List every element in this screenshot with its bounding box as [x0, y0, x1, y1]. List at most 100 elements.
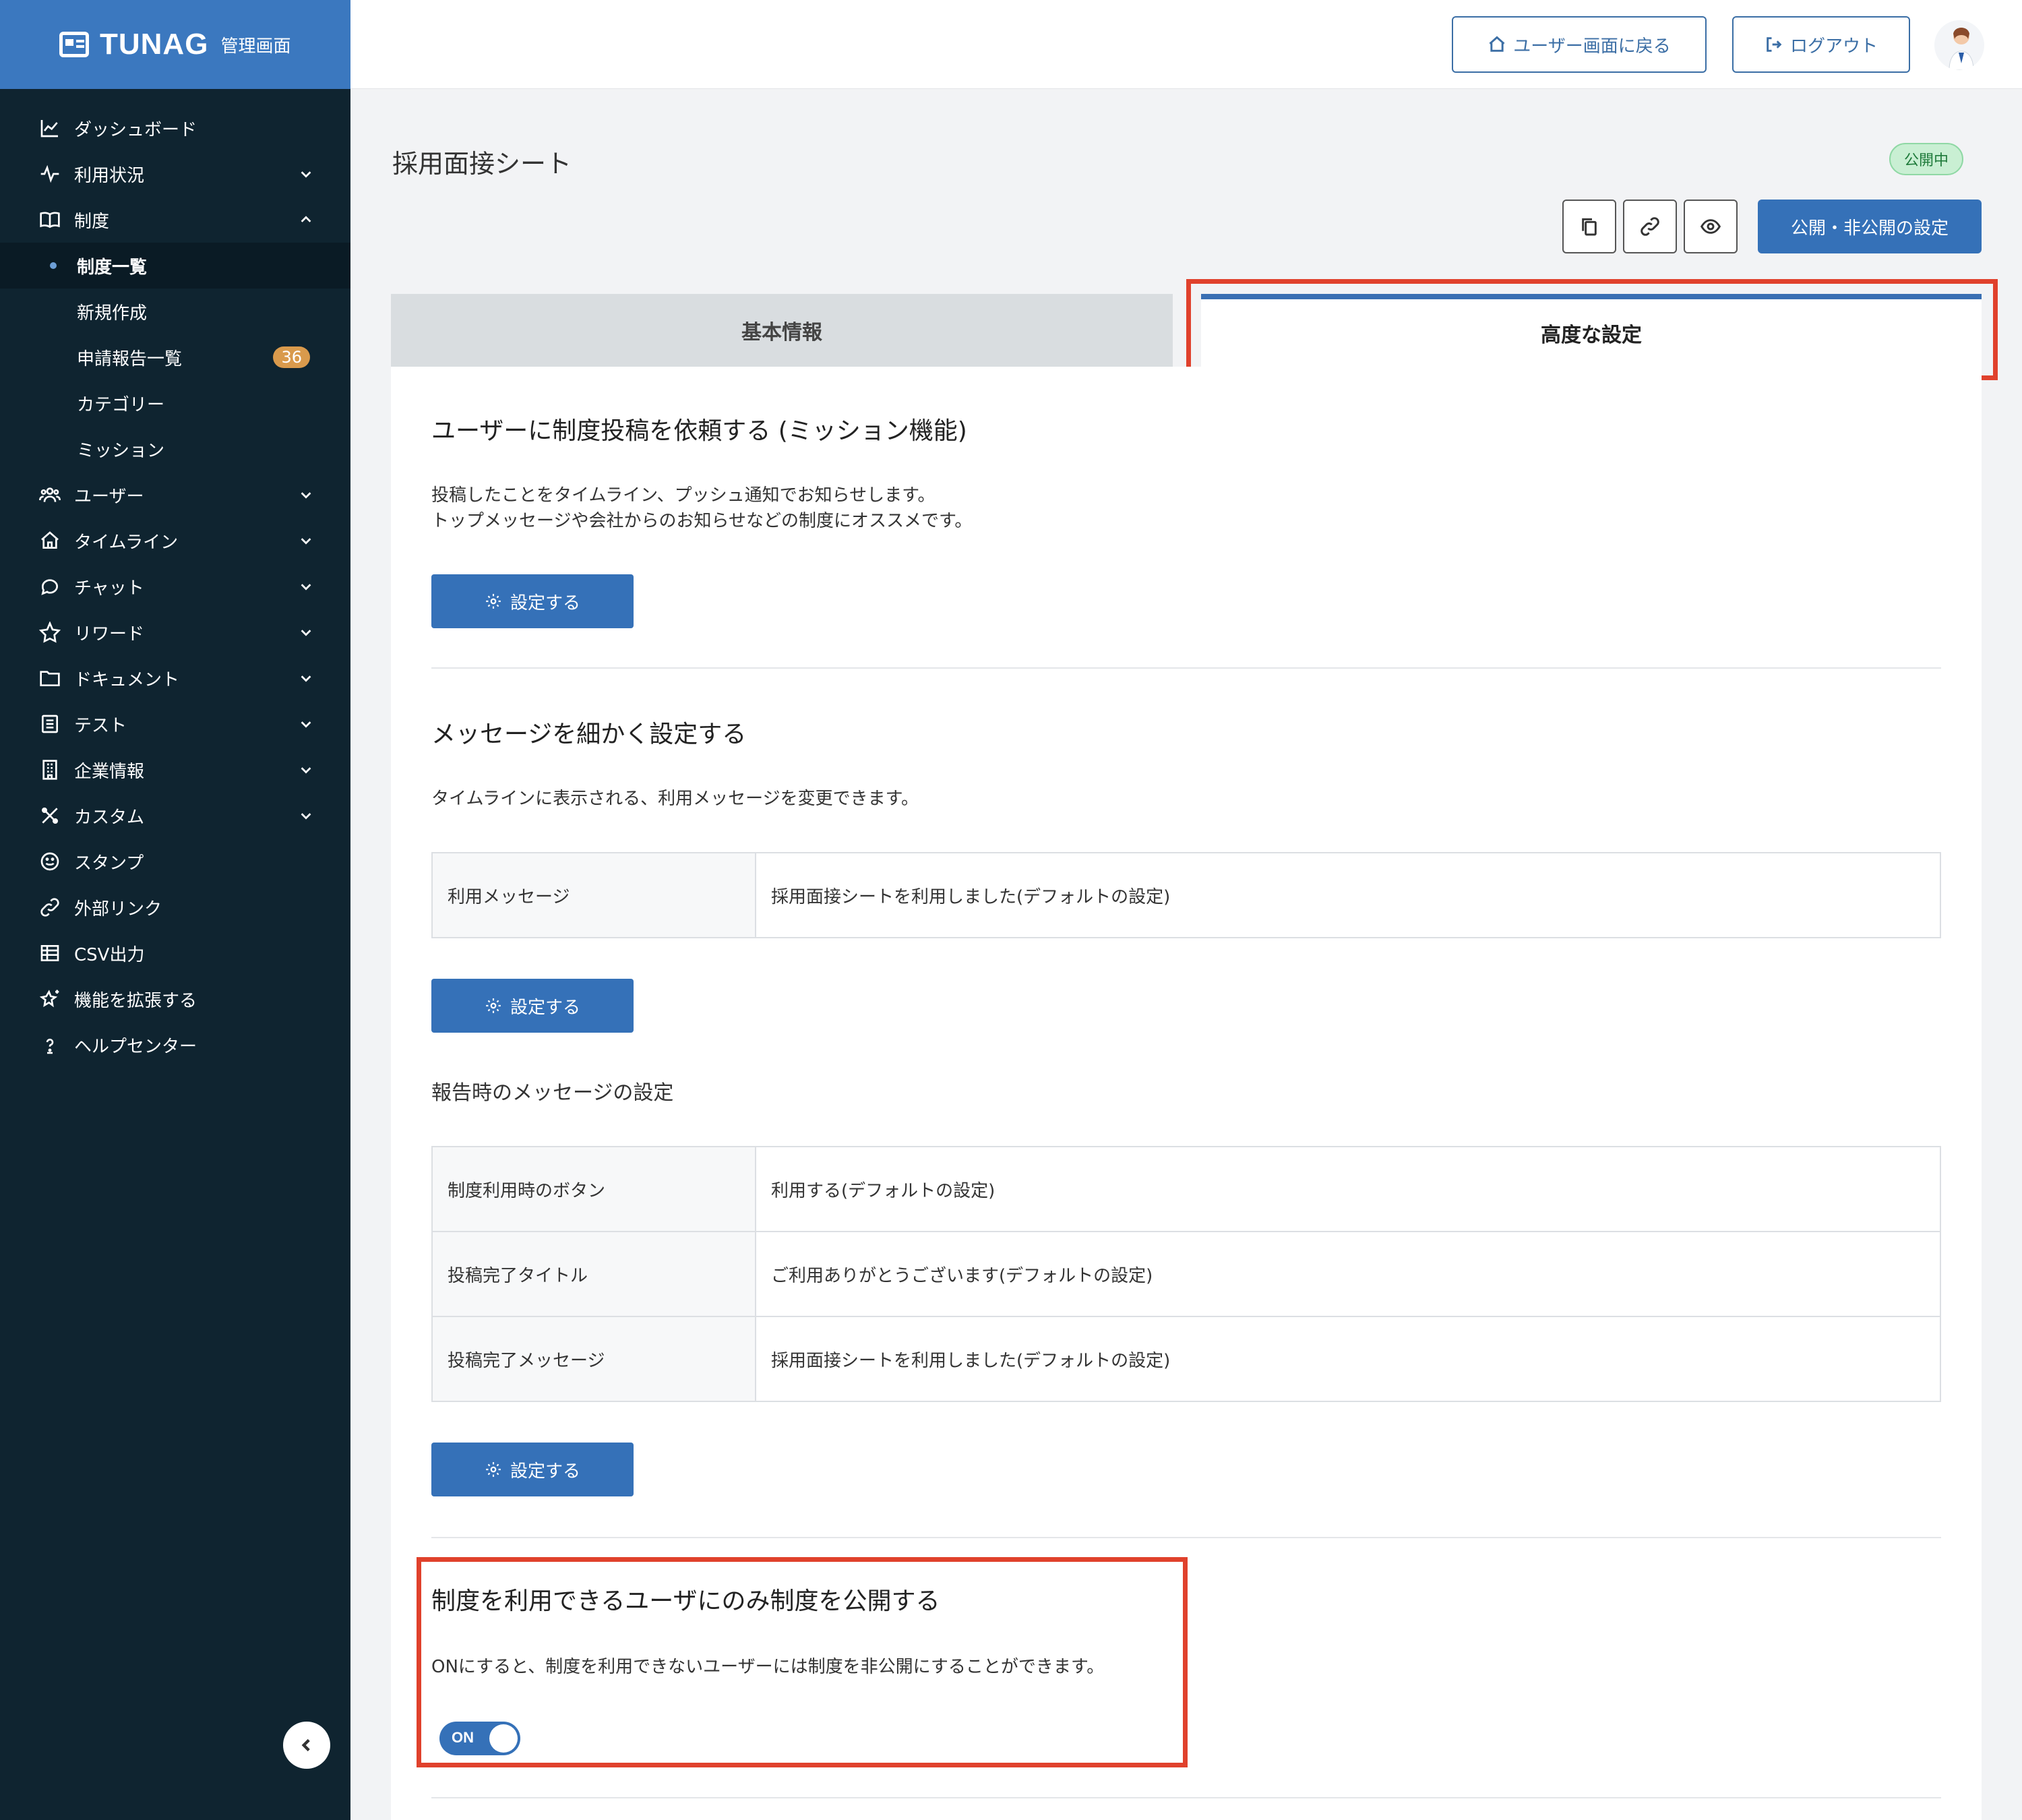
chevron-up-icon — [297, 210, 315, 229]
checklist-icon — [38, 712, 62, 736]
chevron-down-icon — [297, 531, 315, 550]
top-header: ユーザー画面に戻る ログアウト — [350, 0, 2022, 89]
button-label: 設定する — [510, 997, 580, 1018]
sidebar-item-stamp[interactable]: スタンプ — [0, 839, 350, 884]
logout-button[interactable]: ログアウト — [1732, 16, 1910, 73]
mission-description-line2: トップメッセージや会社からのお知らせなどの制度にオススメです。 — [431, 511, 973, 531]
chevron-left-icon — [301, 1738, 310, 1752]
avatar[interactable] — [1934, 20, 1984, 70]
highlight-box-tab — [1186, 279, 1998, 380]
logout-icon — [1767, 37, 1782, 52]
table-key: 利用メッセージ — [431, 852, 756, 938]
sidebar-subitem-mission[interactable]: ミッション — [0, 426, 350, 472]
publish-settings-button[interactable]: 公開・非公開の設定 — [1758, 200, 1982, 253]
copy-icon — [1582, 218, 1597, 236]
table-row: 利用メッセージ 採用面接シートを利用しました(デフォルトの設定) — [431, 852, 1941, 938]
tools-icon — [38, 803, 62, 828]
report-section-title: 報告時のメッセージの設定 — [431, 1081, 674, 1105]
tunag-logo-icon — [59, 32, 89, 57]
chart-line-icon — [38, 116, 62, 140]
sidebar-item-label: テスト — [74, 715, 127, 736]
sidebar-item-label: 利用状況 — [74, 165, 145, 186]
sidebar-item-dashboard[interactable]: ダッシュボード — [0, 105, 350, 151]
sidebar-item-label: CSV出力 — [74, 944, 145, 965]
mission-description-line1: 投稿したことをタイムライン、プッシュ通知でお知らせします。 — [431, 485, 936, 506]
sidebar-item-system[interactable]: 制度 — [0, 197, 350, 243]
sidebar-subitem-label: 新規作成 — [77, 303, 148, 324]
chevron-down-icon — [297, 164, 315, 183]
sidebar-item-test[interactable]: テスト — [0, 701, 350, 747]
table-value: 採用面接シートを利用しました(デフォルトの設定) — [755, 1316, 1941, 1402]
section-divider — [431, 667, 1941, 669]
smile-icon — [38, 849, 62, 874]
report-settings-button[interactable]: 設定する — [431, 1443, 634, 1496]
book-icon — [38, 208, 62, 232]
sidebar-item-extend[interactable]: 機能を拡張する — [0, 976, 350, 1022]
sidebar-collapse-button[interactable] — [283, 1722, 330, 1769]
gear-icon — [486, 594, 501, 609]
sidebar-item-label: タイムライン — [74, 532, 179, 553]
sidebar-item-label: カスタム — [74, 807, 145, 828]
sidebar: TUNAG 管理画面 ダッシュボード 利用状況 制度 制度一覧 新規作成 申請報… — [0, 0, 350, 1820]
chevron-down-icon — [297, 485, 315, 504]
sidebar-item-label: ドキュメント — [74, 669, 180, 690]
sidebar-item-reward[interactable]: リワード — [0, 609, 350, 655]
back-to-user-screen-button[interactable]: ユーザー画面に戻る — [1452, 16, 1707, 73]
active-dot-icon — [50, 262, 57, 269]
sidebar-subitem-system-list[interactable]: 制度一覧 — [0, 243, 350, 289]
help-bulb-icon — [38, 1033, 62, 1057]
building-icon — [38, 758, 62, 782]
sidebar-item-chat[interactable]: チャット — [0, 564, 350, 609]
sidebar-item-label: ダッシュボード — [74, 119, 197, 140]
button-label: 設定する — [510, 1461, 580, 1482]
page-title: 採用面接シート — [392, 149, 572, 179]
message-description: タイムラインに表示される、利用メッセージを変更できます。 — [431, 789, 919, 809]
sidebar-item-users[interactable]: ユーザー — [0, 472, 350, 518]
table-row: 投稿完了メッセージ 採用面接シートを利用しました(デフォルトの設定) — [431, 1316, 1941, 1402]
usage-message-table: 利用メッセージ 採用面接シートを利用しました(デフォルトの設定) — [431, 852, 1941, 938]
sidebar-item-company[interactable]: 企業情報 — [0, 747, 350, 793]
sidebar-item-label: 企業情報 — [74, 761, 145, 782]
mission-settings-button[interactable]: 設定する — [431, 574, 634, 628]
sidebar-item-label: ユーザー — [74, 486, 144, 507]
message-section-title: メッセージを細かく設定する — [431, 721, 747, 748]
brand-subtitle: 管理画面 — [220, 36, 291, 57]
activity-icon — [38, 162, 62, 186]
chevron-down-icon — [297, 669, 315, 688]
sidebar-subitem-new[interactable]: 新規作成 — [0, 289, 350, 334]
sidebar-item-timeline[interactable]: タイムライン — [0, 518, 350, 564]
sidebar-item-document[interactable]: ドキュメント — [0, 655, 350, 701]
sidebar-subitem-category[interactable]: カテゴリー — [0, 380, 350, 426]
sidebar-item-external-link[interactable]: 外部リンク — [0, 884, 350, 930]
highlight-box-restrict — [417, 1557, 1188, 1767]
tab-basic-info[interactable]: 基本情報 — [391, 294, 1173, 367]
sidebar-item-usage[interactable]: 利用状況 — [0, 151, 350, 197]
sidebar-subitem-reports[interactable]: 申請報告一覧 36 — [0, 334, 350, 380]
table-icon — [38, 941, 62, 965]
sidebar-item-csv[interactable]: CSV出力 — [0, 930, 350, 976]
sidebar-item-label: リワード — [74, 624, 145, 644]
brand-bar[interactable]: TUNAG 管理画面 — [0, 0, 350, 89]
table-value: 採用面接シートを利用しました(デフォルトの設定) — [755, 852, 1941, 938]
sidebar-item-custom[interactable]: カスタム — [0, 793, 350, 839]
copy-button[interactable] — [1562, 200, 1616, 253]
sidebar-subitem-label: カテゴリー — [77, 394, 165, 415]
user-avatar-icon — [1949, 28, 1974, 70]
sidebar-item-label: スタンプ — [74, 853, 144, 874]
link-icon — [1641, 217, 1659, 236]
sidebar-item-help[interactable]: ヘルプセンター — [0, 1022, 350, 1068]
chevron-down-icon — [297, 577, 315, 596]
report-message-table: 制度利用時のボタン 利用する(デフォルトの設定) 投稿完了タイトル ご利用ありが… — [431, 1146, 1941, 1402]
home-icon — [1489, 36, 1505, 52]
sidebar-item-label: 機能を拡張する — [74, 990, 197, 1011]
table-key: 制度利用時のボタン — [431, 1146, 756, 1232]
preview-button[interactable] — [1684, 200, 1738, 253]
message-settings-button[interactable]: 設定する — [431, 979, 634, 1033]
chevron-down-icon — [297, 806, 315, 825]
sidebar-subitem-label: ミッション — [77, 440, 165, 461]
copy-link-button[interactable] — [1623, 200, 1677, 253]
back-to-user-screen-label: ユーザー画面に戻る — [1513, 36, 1671, 57]
logout-label: ログアウト — [1789, 36, 1878, 57]
sidebar-item-label: チャット — [74, 578, 144, 599]
folder-icon — [38, 666, 62, 690]
